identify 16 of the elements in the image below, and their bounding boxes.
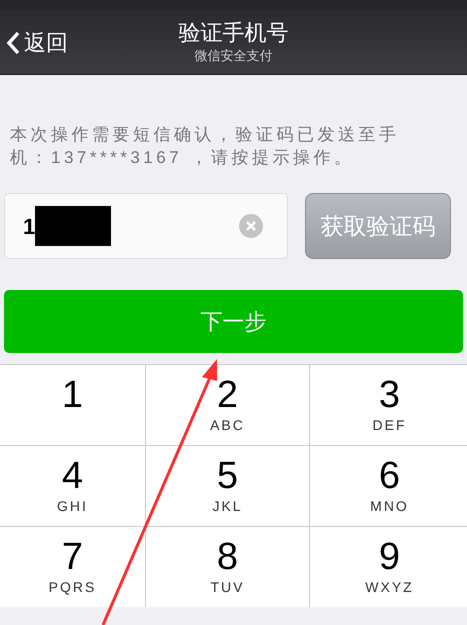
nav-subtitle: 微信安全支付 <box>194 47 272 65</box>
back-icon <box>6 30 20 54</box>
keypad-key[interactable]: 7 PQRS <box>0 527 145 607</box>
keypad-key[interactable]: 6 MNO <box>310 446 467 526</box>
keypad-key[interactable]: 2 ABC <box>146 365 309 445</box>
keypad-key[interactable]: 1 <box>0 365 145 445</box>
keypad-key[interactable]: 3 DEF <box>310 365 467 445</box>
clear-icon[interactable] <box>239 214 263 238</box>
nav-title: 验证手机号 <box>178 18 288 46</box>
keypad-key[interactable]: 5 JKL <box>146 446 309 526</box>
phone-input-field[interactable]: 1 <box>4 193 288 259</box>
keypad-key[interactable]: 9 WXYZ <box>310 527 467 607</box>
keypad-key[interactable]: 8 TUV <box>146 527 309 607</box>
back-button[interactable]: 返回 <box>6 26 68 59</box>
info-message: 本次操作需要短信确认，验证码已发送至手机：137****3167 ，请按提示操作。 <box>9 124 400 169</box>
keypad-key[interactable]: 4 GHI <box>0 446 145 526</box>
